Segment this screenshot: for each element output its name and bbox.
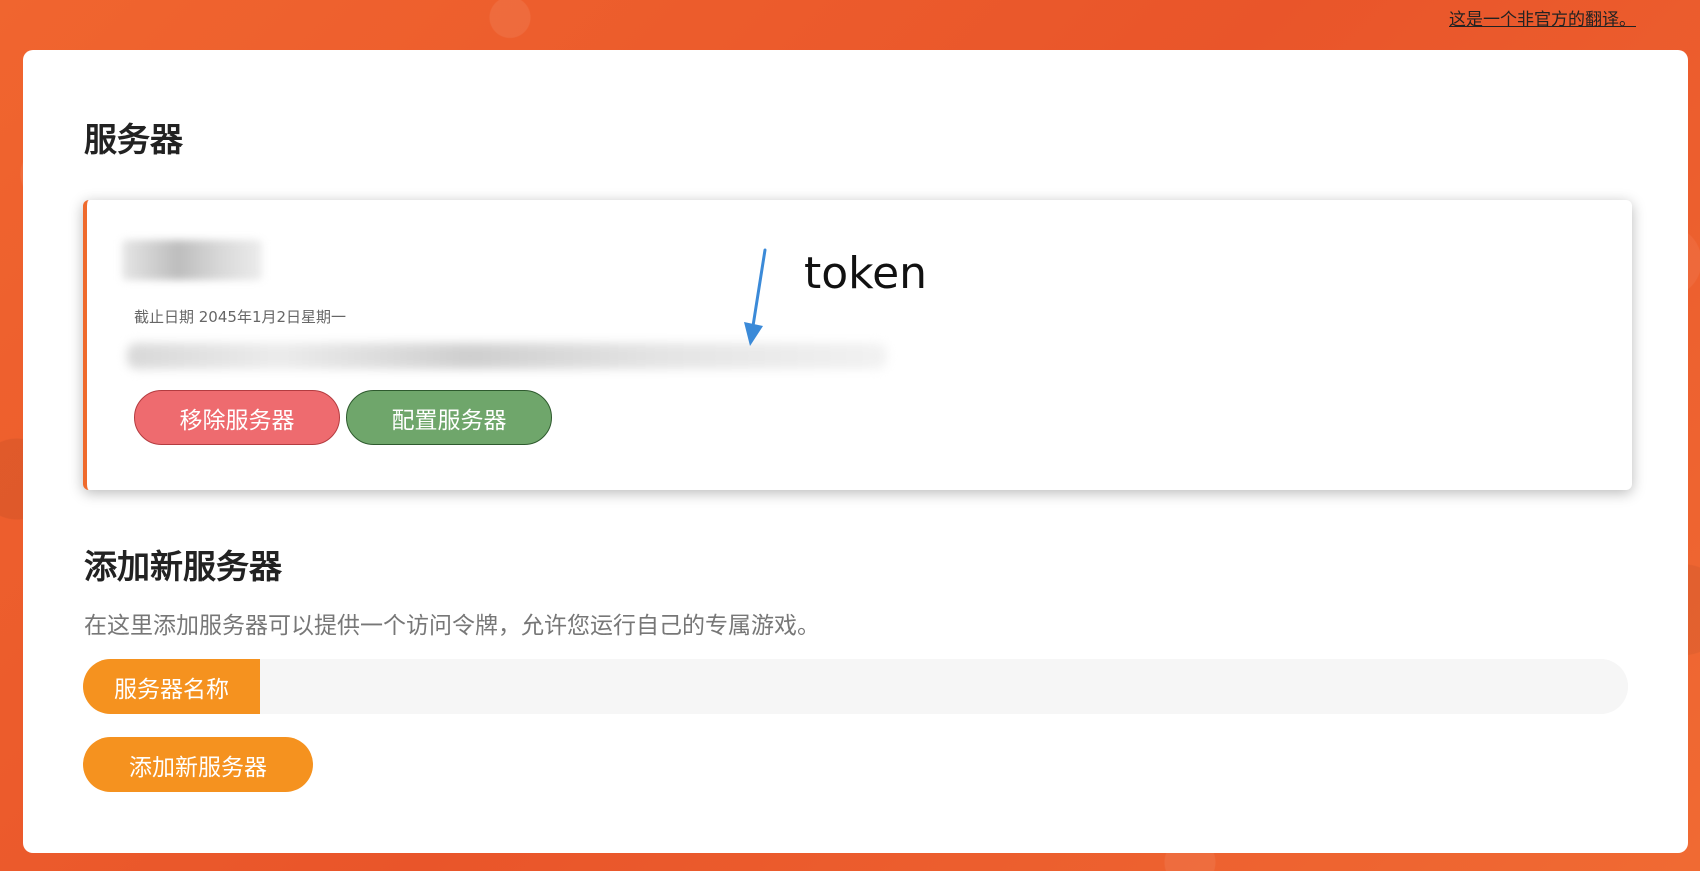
server-name-field-group: 服务器名称 — [83, 659, 1628, 714]
translation-note-link[interactable]: 这是一个非官方的翻译。 — [1449, 5, 1636, 30]
remove-server-button[interactable]: 移除服务器 — [134, 390, 340, 445]
main-card: 服务器 截止日期 2045年1月2日星期一 token 移除服务器 配置服务器 … — [23, 50, 1688, 853]
server-deadline: 截止日期 2045年1月2日星期一 — [134, 308, 347, 326]
configure-server-button[interactable]: 配置服务器 — [346, 390, 552, 445]
server-token-redacted — [127, 343, 887, 369]
add-server-button[interactable]: 添加新服务器 — [83, 737, 313, 792]
add-server-description: 在这里添加服务器可以提供一个访问令牌，允许您运行自己的专属游戏。 — [84, 613, 820, 639]
server-card: 截止日期 2045年1月2日星期一 token 移除服务器 配置服务器 — [83, 200, 1632, 490]
add-server-title: 添加新服务器 — [84, 547, 282, 586]
server-name-input[interactable] — [260, 659, 1628, 714]
servers-title: 服务器 — [84, 120, 183, 159]
annotation-arrow-icon — [744, 248, 767, 346]
token-annotation: token — [804, 248, 928, 299]
server-name-label: 服务器名称 — [83, 659, 260, 714]
server-name-redacted — [122, 240, 262, 280]
